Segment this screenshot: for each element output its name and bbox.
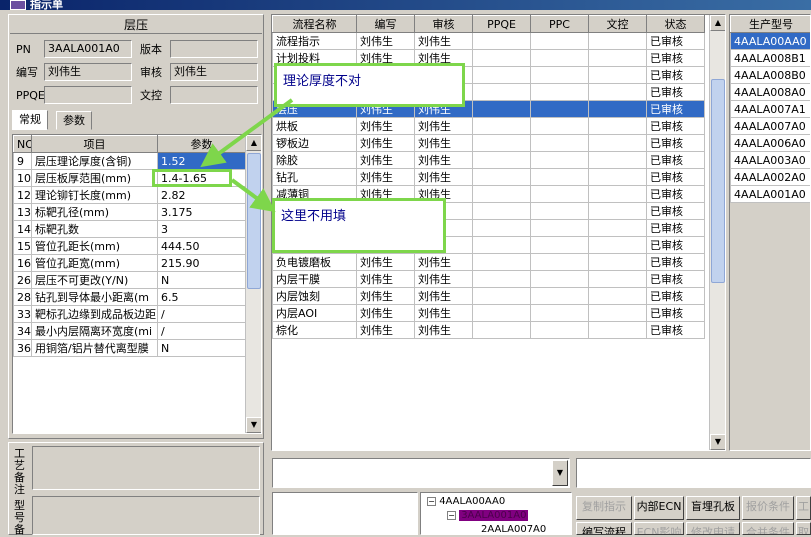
- annotation-arrow-2: [232, 180, 266, 205]
- tab-general[interactable]: 常规: [12, 110, 48, 130]
- annotation-arrow-1: [210, 100, 292, 160]
- annotation-arrows: [0, 0, 811, 535]
